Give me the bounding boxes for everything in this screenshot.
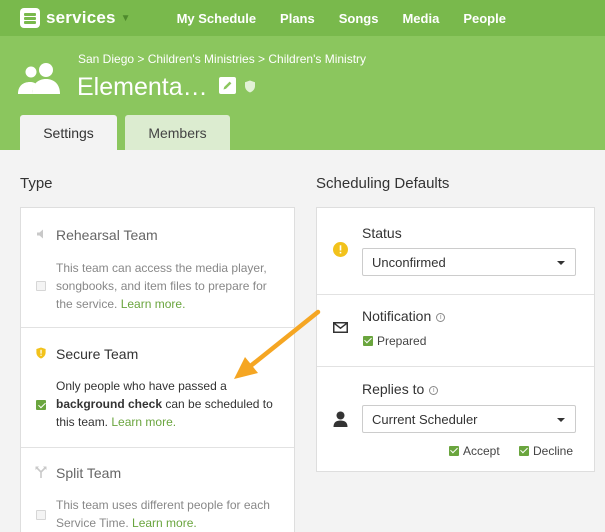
rehearsal-learn-more-link[interactable]: Learn more. <box>121 297 186 311</box>
type-heading: Type <box>20 175 53 192</box>
checkbox-checked-icon <box>363 336 373 346</box>
rehearsal-team-title: Rehearsal Team <box>56 227 158 243</box>
warning-icon <box>333 242 348 257</box>
split-icon <box>35 466 47 478</box>
tab-members[interactable]: Members <box>125 115 230 150</box>
page-title: Elementa… <box>77 73 208 101</box>
type-option-split: Split Team This team uses different peop… <box>21 447 294 532</box>
caret-down-icon <box>557 418 565 422</box>
notification-row: Notification i Prepared <box>317 294 594 366</box>
split-team-description: This team uses different people for each… <box>56 498 270 530</box>
envelope-icon <box>333 322 348 333</box>
nav-link-my-schedule[interactable]: My Schedule <box>177 11 256 26</box>
info-icon[interactable]: i <box>429 386 439 395</box>
type-option-rehearsal: Rehearsal Team This team can access the … <box>21 208 294 327</box>
tab-bar: Settings Members <box>20 115 230 150</box>
replies-to-selected-value: Current Scheduler <box>372 411 478 427</box>
rehearsal-team-checkbox[interactable] <box>36 281 46 291</box>
top-nav: services ▼ My Schedule Plans Songs Media… <box>0 0 605 36</box>
chevron-down-icon: ▼ <box>120 12 131 24</box>
secure-team-title: Secure Team <box>56 346 139 362</box>
secure-team-description: Only people who have passed a background… <box>56 379 273 429</box>
speaker-icon <box>37 229 43 239</box>
replies-to-row: Replies to i Current Scheduler Accept Dec… <box>317 366 594 472</box>
nav-links: My Schedule Plans Songs Media People <box>177 11 530 26</box>
checkbox-checked-icon <box>449 446 459 456</box>
status-label: Status <box>362 225 402 241</box>
secure-learn-more-link[interactable]: Learn more. <box>111 415 176 429</box>
nav-link-people[interactable]: People <box>463 11 506 26</box>
status-select[interactable]: Unconfirmed <box>362 248 576 276</box>
replies-to-label: Replies to i <box>362 381 439 397</box>
status-selected-value: Unconfirmed <box>372 254 446 270</box>
nav-link-plans[interactable]: Plans <box>280 11 315 26</box>
team-people-icon <box>18 63 60 94</box>
accept-checkbox[interactable]: Accept <box>449 444 500 458</box>
info-icon[interactable]: i <box>436 313 446 322</box>
notification-label: Notification i <box>362 308 446 324</box>
pencil-icon <box>223 81 232 90</box>
rehearsal-team-description: This team can access the media player, s… <box>56 261 267 311</box>
nav-link-media[interactable]: Media <box>402 11 439 26</box>
split-learn-more-link[interactable]: Learn more. <box>132 516 197 530</box>
person-icon <box>333 411 348 427</box>
shield-icon <box>245 80 255 93</box>
tab-settings[interactable]: Settings <box>20 115 117 150</box>
nav-link-songs[interactable]: Songs <box>339 11 379 26</box>
type-option-secure: Secure Team Only people who have passed … <box>21 327 294 447</box>
shield-icon <box>36 347 46 359</box>
status-row: Status Unconfirmed <box>317 208 594 294</box>
split-team-checkbox[interactable] <box>36 510 46 520</box>
services-logo-icon <box>20 8 40 28</box>
edit-title-button[interactable] <box>219 77 236 94</box>
page-header: San Diego > Children's Ministries > Chil… <box>0 36 605 150</box>
type-card: Rehearsal Team This team can access the … <box>20 207 295 532</box>
prepared-checkbox[interactable]: Prepared <box>363 334 426 348</box>
replies-to-select[interactable]: Current Scheduler <box>362 405 576 433</box>
breadcrumb[interactable]: San Diego > Children's Ministries > Chil… <box>78 52 366 66</box>
scheduling-defaults-card: Status Unconfirmed Notification i Prepare… <box>316 207 595 472</box>
scheduling-defaults-heading: Scheduling Defaults <box>316 175 450 192</box>
app-switcher[interactable]: services ▼ <box>20 8 131 28</box>
checkbox-checked-icon <box>519 446 529 456</box>
split-team-title: Split Team <box>56 465 122 481</box>
decline-checkbox[interactable]: Decline <box>519 444 573 458</box>
brand-name: services <box>46 8 116 27</box>
caret-down-icon <box>557 261 565 265</box>
secure-team-checkbox[interactable] <box>36 400 46 410</box>
